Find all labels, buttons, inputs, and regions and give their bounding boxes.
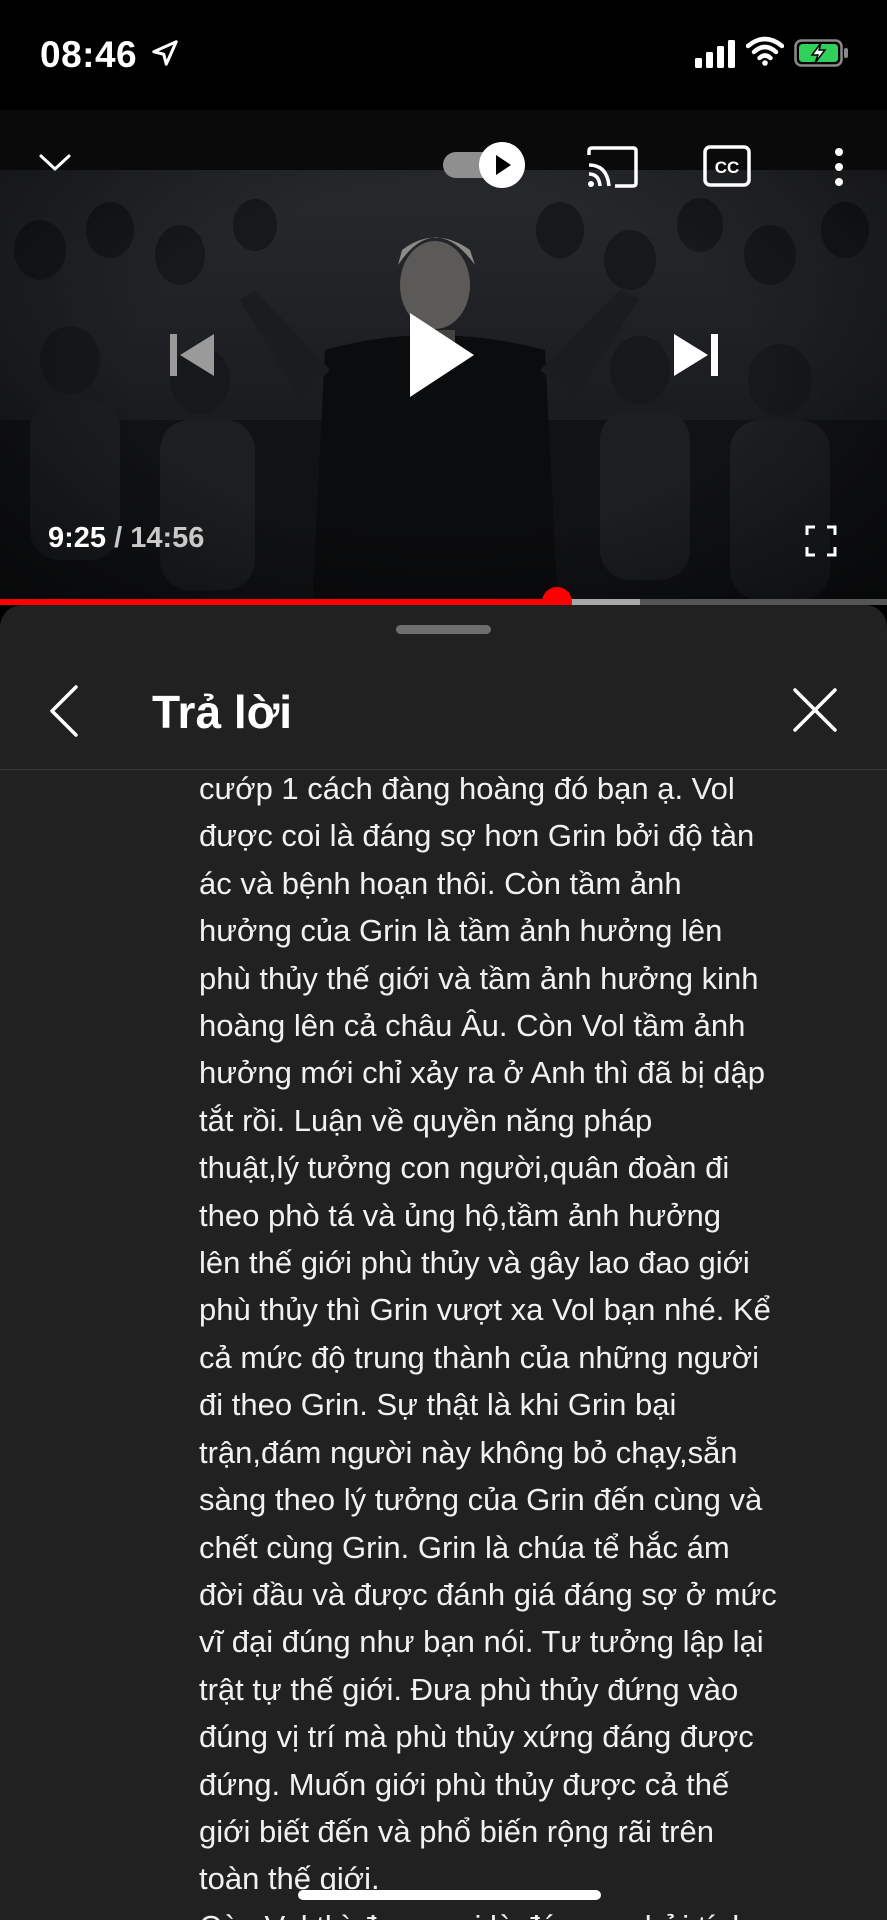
reply-text-line: hưởng của Grin là tầm ảnh hưởng lên (199, 913, 723, 949)
fullscreen-icon[interactable] (805, 525, 837, 557)
reply-text-line: sàng theo lý tưởng của Grin đến cùng và (199, 1482, 763, 1518)
time-readout: 9:25 / 14:56 (48, 522, 204, 555)
battery-charging-icon (794, 39, 848, 67)
close-icon[interactable] (790, 685, 840, 735)
reply-text-line: ác và bệnh hoạn thôi. Còn tầm ảnh (199, 865, 682, 901)
reply-text-line: vĩ đại đúng như bạn nói. Tư tưởng lập lạ… (199, 1624, 764, 1660)
current-time: 9:25 (48, 522, 107, 554)
reply-text-line: giới biết đến và phổ biến rộng rãi trên (199, 1813, 714, 1849)
reply-text-line: đúng vị trí mà phù thủy xứng đáng được (199, 1719, 754, 1755)
previous-icon[interactable] (168, 332, 218, 378)
status-time: 08:46 (40, 34, 138, 75)
reply-text-line: chết cùng Grin. Grin là chúa tể hắc ám (199, 1529, 730, 1565)
home-indicator[interactable] (298, 1890, 601, 1900)
reply-text-line: lên thế giới phù thủy và gây lao đao giớ… (199, 1245, 750, 1281)
reply-text-line: phù thủy thế giới và tầm ảnh hưởng kinh (199, 960, 759, 996)
reply-text-line: Còn Vol thì được coi là đáng sợ bởi tính (199, 1903, 839, 1920)
time-separator: / (106, 522, 131, 554)
status-bar: 08:46 (0, 0, 887, 110)
reply-text-line: đi theo Grin. Sự thật là khi Grin bại (199, 1387, 677, 1423)
sheet-header: Trả lời (0, 645, 887, 770)
reply-text-line: cướp 1 cách đàng hoàng đó bạn ạ. Vol (199, 771, 735, 806)
reply-text-line: theo phò tá và ủng hộ,tầm ảnh hưởng (199, 1197, 721, 1233)
reply-text-line: tắt rồi. Luận về quyền năng pháp (199, 1102, 653, 1138)
svg-text:CC: CC (715, 158, 740, 177)
reply-text-line: trận,đám người này không bỏ chạy,sẵn (199, 1434, 738, 1470)
back-arrow-icon[interactable] (38, 681, 88, 741)
next-icon[interactable] (670, 332, 720, 378)
location-arrow-icon (152, 40, 178, 66)
reply-text-line: hưởng mới chỉ xảy ra ở Anh thì đã bị dập (199, 1055, 765, 1091)
reply-text-line: đứng. Muốn giới phù thủy được cả thế (199, 1766, 730, 1802)
reply-text-line: trật tự thế giới. Đưa phù thủy đứng vào (199, 1671, 739, 1707)
reply-text-line: cả mức độ trung thành của những người (199, 1339, 759, 1375)
chevron-down-icon[interactable] (38, 152, 72, 174)
video-player[interactable]: CC 9:25 / 14:56 (0, 110, 887, 605)
autoplay-toggle[interactable] (440, 140, 530, 190)
cast-icon[interactable] (585, 145, 639, 189)
reply-text-line: đời đầu và được đánh giá đáng sợ ở mức (199, 1576, 777, 1612)
drag-handle[interactable] (396, 625, 491, 634)
captions-icon[interactable]: CC (703, 145, 751, 187)
reply-sheet: Trả lời cướp 1 cách đàng hoàng đó bạn ạ.… (0, 605, 887, 1920)
reply-comment-text: cướp 1 cách đàng hoàng đó bạn ạ. Vol được… (199, 765, 839, 1920)
sheet-title: Trả lời (152, 686, 293, 738)
more-vertical-icon[interactable] (833, 147, 845, 187)
play-icon[interactable] (407, 310, 477, 400)
cellular-signal-icon (695, 40, 735, 68)
wifi-icon (746, 36, 784, 66)
reply-text-line: phù thủy thì Grin vượt xa Vol bạn nhé. K… (199, 1292, 771, 1328)
reply-text-line: thuật,lý tưởng con người,quân đoàn đi (199, 1150, 730, 1186)
reply-text-line: hoàng lên cả châu Âu. Còn Vol tầm ảnh (199, 1008, 746, 1044)
duration: 14:56 (130, 522, 205, 554)
reply-text-line: được coi là đáng sợ hơn Grin bởi độ tàn (199, 818, 755, 854)
